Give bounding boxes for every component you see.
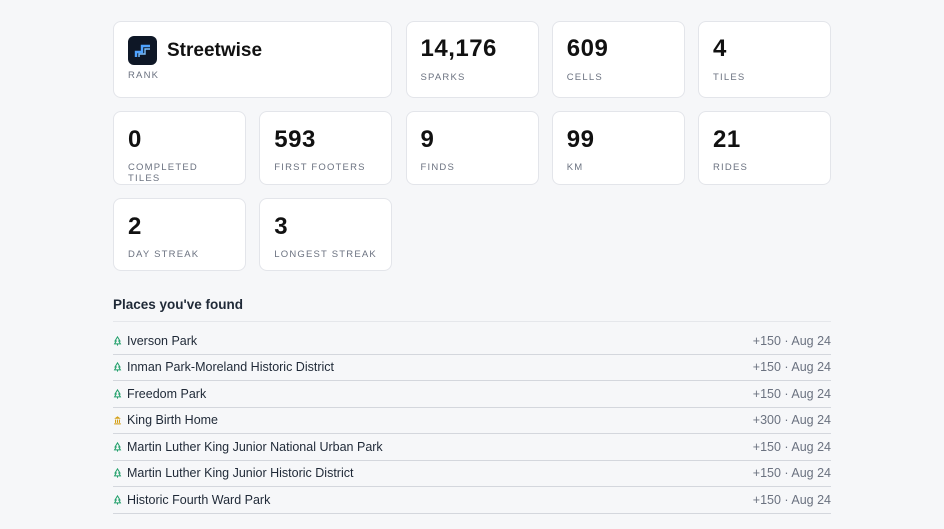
stat-value: 609 — [566, 35, 609, 62]
place-meta: +150 · Aug 24 — [752, 466, 831, 481]
place-name: Iverson Park — [127, 333, 198, 348]
stat-value: 21 — [713, 126, 741, 153]
stat-value: 14,176 — [420, 35, 497, 62]
stat-value: 9 — [420, 126, 435, 153]
place-left: Martin Luther King Junior Historic Distr… — [113, 466, 353, 480]
stats-page: Streetwise RANK 14,176 SPARKS 609 CELLS … — [113, 21, 831, 514]
stat-value: 3 — [274, 213, 289, 240]
stat-label: FINDS — [420, 162, 455, 173]
streetwise-badge-icon — [128, 36, 157, 65]
stat-value: 4 — [713, 35, 727, 62]
stat-card-km: 99 KM — [551, 111, 685, 185]
stat-label: TILES — [713, 72, 746, 83]
place-name: Martin Luther King Junior Historic Distr… — [127, 466, 354, 481]
tree-icon — [113, 494, 122, 505]
place-name: Historic Fourth Ward Park — [127, 492, 271, 507]
stat-value: 593 — [274, 126, 316, 153]
tree-icon — [113, 388, 122, 399]
places-list: Iverson Park +150 · Aug 24 Inman Park-Mo… — [113, 328, 831, 514]
place-name: Freedom Park — [127, 386, 207, 401]
place-left: King Birth Home — [113, 413, 218, 427]
tree-icon — [113, 468, 122, 478]
place-name: King Birth Home — [127, 413, 219, 428]
stat-card-cells: 609 CELLS — [551, 21, 685, 98]
stat-value: 0 — [128, 126, 142, 153]
stat-label: SPARKS — [420, 72, 466, 83]
list-item[interactable]: King Birth Home +300 · Aug 24 — [113, 408, 831, 434]
stat-value: 2 — [128, 213, 142, 240]
stat-card-finds: 9 FINDS — [405, 111, 539, 185]
rank-header: Streetwise — [128, 36, 377, 65]
stat-label: DAY STREAK — [128, 249, 200, 260]
place-meta: +150 · Aug 24 — [752, 439, 831, 454]
list-item[interactable]: Inman Park-Moreland Historic District +1… — [113, 355, 831, 381]
place-meta: +150 · Aug 24 — [752, 360, 831, 375]
rank-name: Streetwise — [167, 39, 263, 61]
list-item[interactable]: Martin Luther King Junior Historic Distr… — [113, 461, 831, 487]
stat-value: 99 — [566, 126, 595, 153]
stat-card-longest-streak: 3 LONGEST STREAK — [259, 198, 393, 271]
list-item[interactable]: Historic Fourth Ward Park +150 · Aug 24 — [113, 487, 831, 514]
stats-row-2: 0 COMPLETED TILES 593 FIRST FOOTERS 9 FI… — [113, 98, 831, 185]
stat-card-sparks: 14,176 SPARKS — [405, 21, 539, 98]
stat-label: FIRST FOOTERS — [274, 162, 366, 173]
place-meta: +300 · Aug 24 — [752, 413, 831, 428]
list-item[interactable]: Iverson Park +150 · Aug 24 — [113, 328, 831, 355]
place-name: Inman Park-Moreland Historic District — [127, 360, 334, 375]
stat-label: COMPLETED TILES — [128, 162, 198, 184]
place-left: Historic Fourth Ward Park — [113, 493, 270, 507]
stat-label: LONGEST STREAK — [274, 249, 377, 260]
rank-card: Streetwise RANK — [113, 21, 393, 98]
places-title: Places you've found — [113, 297, 831, 322]
stat-card-completed-tiles: 0 COMPLETED TILES — [113, 111, 246, 185]
place-left: Inman Park-Moreland Historic District — [113, 360, 334, 374]
place-meta: +150 · Aug 24 — [752, 492, 831, 507]
list-item[interactable]: Freedom Park +150 · Aug 24 — [113, 381, 831, 408]
stats-row-3: 2 DAY STREAK 3 LONGEST STREAK — [113, 185, 831, 271]
tree-icon — [113, 441, 122, 452]
list-item[interactable]: Martin Luther King Junior National Urban… — [113, 434, 831, 461]
rank-label: RANK — [128, 70, 160, 81]
stats-row-1: Streetwise RANK 14,176 SPARKS 609 CELLS … — [113, 21, 831, 98]
stat-card-day-streak: 2 DAY STREAK — [113, 198, 246, 271]
place-meta: +150 · Aug 24 — [752, 386, 831, 401]
stat-label: KM — [566, 162, 584, 173]
tree-icon — [113, 335, 122, 346]
place-name: Martin Luther King Junior National Urban… — [127, 439, 383, 454]
place-left: Freedom Park — [113, 387, 206, 401]
stat-card-first-footers: 593 FIRST FOOTERS — [259, 111, 393, 185]
place-left: Iverson Park — [113, 334, 197, 348]
stat-card-rides: 21 RIDES — [698, 111, 831, 185]
tree-icon — [113, 362, 122, 372]
place-meta: +150 · Aug 24 — [752, 333, 831, 348]
place-left: Martin Luther King Junior National Urban… — [113, 440, 383, 454]
stat-card-tiles: 4 TILES — [698, 21, 831, 98]
landmark-icon — [114, 416, 121, 425]
stat-label: CELLS — [566, 72, 603, 83]
stat-label: RIDES — [713, 162, 749, 173]
